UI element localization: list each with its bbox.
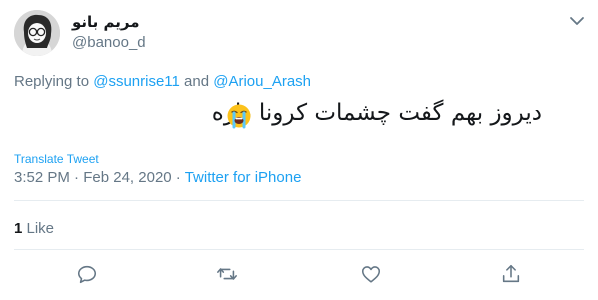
share-icon[interactable] [500, 263, 522, 285]
avatar[interactable] [14, 10, 60, 56]
replying-to-line: Replying to @ssunrise11 and @Ariou_Arash [14, 73, 311, 90]
tweet-text: دیروز بهم گفت چشمات کرونا داره [211, 100, 542, 126]
replying-to-conjunction: and [179, 73, 214, 90]
chevron-down-icon[interactable] [568, 12, 586, 30]
tweet-date[interactable]: Feb 24, 2020 [83, 169, 171, 186]
user-handle[interactable]: @banoo_d [72, 34, 146, 51]
tweet-meta: 3:52 PM · Feb 24, 2020 · Twitter for iPh… [14, 169, 301, 186]
translate-tweet-link[interactable]: Translate Tweet [14, 152, 99, 166]
tweet-source-link[interactable]: Twitter for iPhone [185, 169, 302, 186]
divider [14, 200, 584, 201]
replying-to-prefix: Replying to [14, 73, 94, 90]
display-name[interactable]: مریم بانو [72, 13, 140, 31]
mention-link[interactable]: @ssunrise11 [93, 73, 180, 90]
loudly-crying-face-icon [226, 103, 252, 129]
like-icon[interactable] [360, 263, 382, 285]
reply-icon[interactable] [76, 263, 98, 285]
likes-count[interactable]: 1 Like [14, 220, 54, 237]
meta-separator: · [171, 169, 185, 186]
meta-separator: · [69, 169, 84, 186]
retweet-icon[interactable] [216, 263, 238, 285]
tweet-time[interactable]: 3:52 PM [14, 169, 70, 186]
avatar-illustration [14, 10, 60, 56]
likes-label: Like [22, 220, 55, 237]
mention-link[interactable]: @Ariou_Arash [213, 73, 311, 90]
divider [14, 249, 584, 250]
